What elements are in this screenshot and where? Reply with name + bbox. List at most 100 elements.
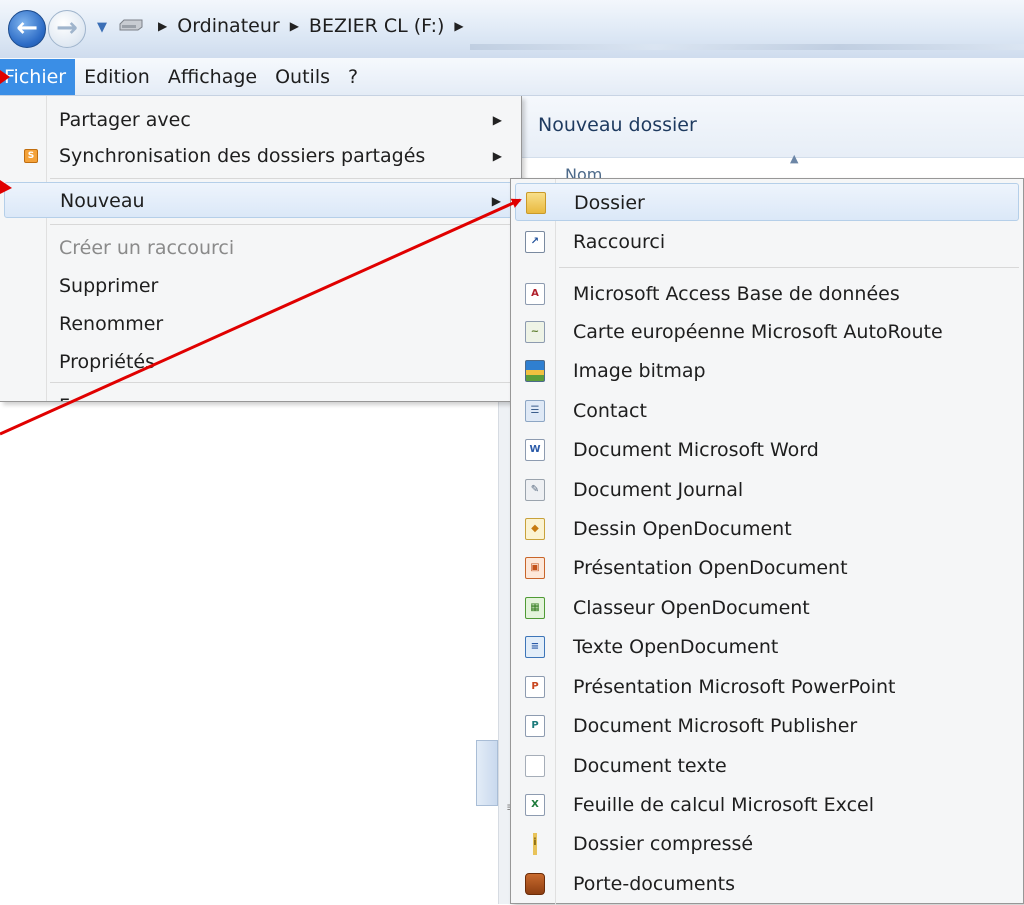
menu-item-label: Classeur OpenDocument [573,597,810,619]
recent-pages-dropdown-icon[interactable]: ▼ [92,18,112,38]
journal-icon: ✎ [525,479,545,501]
navigation-pane [0,400,498,904]
new-item-bitmap[interactable]: Image bitmap [515,352,1019,390]
menu-item-properties[interactable]: Propriétés [4,344,516,380]
menu-item-label: Dossier [574,192,645,214]
menu-item-create-shortcut[interactable]: Créer un raccourci [4,230,516,266]
shortcut-icon: ↗ [525,231,545,253]
folder-icon [526,192,546,214]
menu-item-label: Créer un raccourci [59,237,235,259]
menu-item-label: Carte européenne Microsoft AutoRoute [573,321,943,343]
submenu-arrow-icon: ▶ [491,194,501,208]
bitmap-icon [525,360,545,382]
new-item-folder[interactable]: Dossier [515,183,1019,221]
sort-ascending-icon: ▲ [790,152,799,165]
contact-icon: ☰ [525,400,545,422]
new-item-access-database[interactable]: A Microsoft Access Base de données [515,275,1019,313]
menu-separator [50,224,516,225]
menu-separator [50,178,516,179]
odg-icon: ◆ [525,518,545,540]
menu-fichier[interactable]: Fichier [0,58,76,95]
address-bar: ← → ▼ ▶ Ordinateur ▶ BEZIER CL (F:) ▶ [0,0,1024,58]
menu-item-label: Présentation Microsoft PowerPoint [573,676,896,698]
menu-item-label: Nouveau [60,190,145,212]
odp-icon: ▣ [525,557,545,579]
menu-item-label: Dessin OpenDocument [573,518,792,540]
menu-item-label: Supprimer [59,275,159,297]
menu-item-sync-shared-folders[interactable]: S Synchronisation des dossiers partagés … [4,138,516,174]
new-item-word-document[interactable]: W Document Microsoft Word [515,431,1019,469]
menu-item-label: Texte OpenDocument [573,636,779,658]
forward-button[interactable]: → [48,10,86,48]
menu-item-delete[interactable]: Supprimer [4,268,516,304]
new-item-opendocument-drawing[interactable]: ◆ Dessin OpenDocument [515,510,1019,548]
menu-item-label: Renommer [59,313,164,335]
briefcase-icon [525,873,545,895]
breadcrumb-arrow-icon[interactable]: ▶ [454,19,463,33]
publisher-icon: P [525,715,545,737]
menu-affichage[interactable]: Affichage [159,59,266,95]
zip-folder-icon: i [525,833,545,855]
menu-item-label: Document texte [573,755,727,777]
new-item-excel-spreadsheet[interactable]: X Feuille de calcul Microsoft Excel [515,786,1019,824]
new-item-shortcut[interactable]: ↗ Raccourci [515,223,1019,261]
autoroute-icon: ~ [525,321,545,343]
new-item-contact[interactable]: ☰ Contact [515,392,1019,430]
menu-item-label: Porte-documents [573,873,735,895]
odt-icon: ≡ [525,636,545,658]
menu-item-share-with[interactable]: Partager avec ▶ [4,102,516,138]
content-toolbar: Nouveau dossier [520,96,1024,158]
breadcrumb-arrow-icon[interactable]: ▶ [158,19,167,33]
ods-icon: ▦ [525,597,545,619]
new-item-opendocument-presentation[interactable]: ▣ Présentation OpenDocument [515,549,1019,587]
menu-item-label: Partager avec [59,109,191,131]
menu-separator [50,382,516,383]
breadcrumb-arrow-icon[interactable]: ▶ [290,19,299,33]
menu-item-label: Contact [573,400,647,422]
menu-item-label: Présentation OpenDocument [573,557,848,579]
submenu-arrow-icon: ▶ [492,149,502,163]
address-bar-edge [470,44,1024,50]
menu-item-label: Image bitmap [573,360,706,382]
menu-item-label: Feuille de calcul Microsoft Excel [573,794,874,816]
new-item-publisher-document[interactable]: P Document Microsoft Publisher [515,707,1019,745]
back-button[interactable]: ← [8,10,46,48]
menu-item-label: Synchronisation des dossiers partagés [59,145,426,167]
new-item-opendocument-text[interactable]: ≡ Texte OpenDocument [515,628,1019,666]
menu-bar: Fichier Edition Affichage Outils ? [0,58,1024,96]
breadcrumb: ▶ Ordinateur ▶ BEZIER CL (F:) ▶ [148,6,474,46]
powerpoint-icon: P [525,676,545,698]
scrollbar-thumb[interactable] [476,740,498,806]
new-item-compressed-folder[interactable]: i Dossier compressé [515,825,1019,863]
new-item-briefcase[interactable]: Porte-documents [515,865,1019,903]
menu-separator [559,267,1019,268]
breadcrumb-item-computer[interactable]: Ordinateur [177,15,279,37]
new-folder-button[interactable]: Nouveau dossier [538,114,697,136]
text-document-icon [525,755,545,777]
breadcrumb-item-drive[interactable]: BEZIER CL (F:) [309,15,444,37]
file-menu: Partager avec ▶ S Synchronisation des do… [0,96,522,402]
new-item-journal-document[interactable]: ✎ Document Journal [515,471,1019,509]
menu-outils[interactable]: Outils [266,59,339,95]
menu-item-label: Fermer [59,388,126,401]
new-item-autoroute-map[interactable]: ~ Carte européenne Microsoft AutoRoute [515,313,1019,351]
new-submenu: Dossier ↗ Raccourci A Microsoft Access B… [510,178,1024,905]
menu-item-new[interactable]: Nouveau ▶ [4,182,516,218]
new-item-powerpoint-presentation[interactable]: P Présentation Microsoft PowerPoint [515,668,1019,706]
drive-icon [119,19,143,31]
submenu-arrow-icon: ▶ [492,113,502,127]
menu-item-label: Document Journal [573,479,744,501]
menu-edition[interactable]: Edition [75,59,159,95]
menu-item-label: Propriétés [59,351,156,373]
menu-item-label: Microsoft Access Base de données [573,283,900,305]
new-item-opendocument-spreadsheet[interactable]: ▦ Classeur OpenDocument [515,589,1019,627]
menu-item-label: Dossier compressé [573,833,754,855]
sync-icon: S [24,149,38,163]
menu-item-rename[interactable]: Renommer [4,306,516,342]
menu-help[interactable]: ? [339,59,367,95]
menu-item-label: Document Microsoft Word [573,439,819,461]
menu-item-label: Raccourci [573,231,666,253]
menu-item-close[interactable]: Fermer [4,388,516,401]
menu-item-label: Document Microsoft Publisher [573,715,858,737]
new-item-text-document[interactable]: Document texte [515,747,1019,785]
